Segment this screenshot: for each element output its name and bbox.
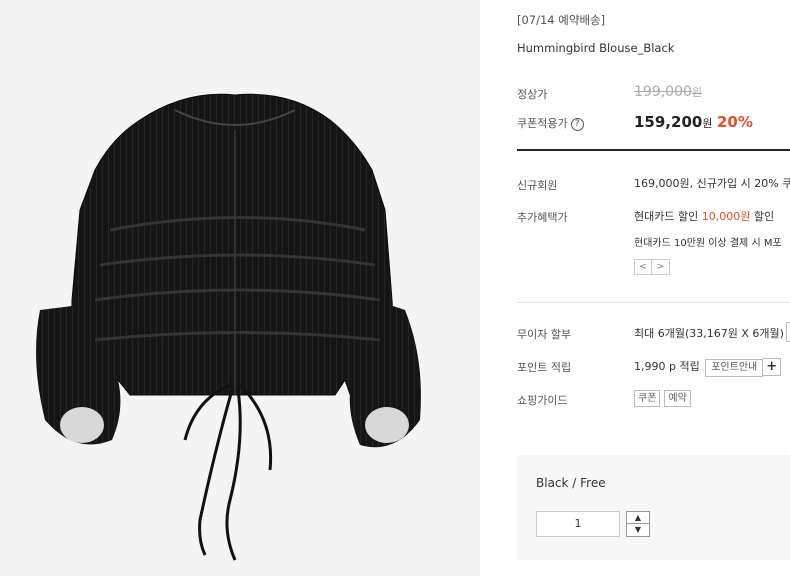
next-arrow-icon[interactable]: > — [652, 259, 670, 275]
extra-benefit-prefix: 현대카드 할인 — [634, 210, 702, 223]
preorder-tag: 예약 — [664, 390, 691, 407]
coupon-price-value: 159,200 — [634, 113, 703, 131]
quantity-down-icon[interactable]: ▼ — [627, 524, 649, 536]
normal-price-label: 정상가 — [517, 88, 548, 101]
product-name: Hummingbird Blouse_Black — [517, 41, 675, 55]
discount-rate: 20% — [717, 113, 753, 131]
selected-option-box: Black / Free 1 ▲ ▼ — [517, 455, 790, 560]
points-label: 포인트 적립 — [517, 361, 572, 374]
product-info-panel: [07/14 예약배송] Hummingbird Blouse_Black 정상… — [480, 0, 790, 576]
installment-label: 무이자 할부 — [517, 328, 572, 341]
points-value: 1,990 p — [634, 360, 676, 373]
installment-info-button[interactable] — [786, 322, 790, 342]
quantity-up-icon[interactable]: ▲ — [627, 512, 649, 524]
normal-price-value: 199,000 — [634, 84, 692, 100]
normal-price: 199,000원 — [634, 84, 702, 100]
installment-text: 최대 6개월(33,167원 X 6개월) — [634, 327, 784, 340]
product-image[interactable] — [0, 0, 480, 576]
preorder-notice: [07/14 예약배송] — [517, 13, 606, 27]
prev-arrow-icon[interactable]: < — [634, 259, 652, 275]
benefit-divider — [517, 302, 790, 303]
option-label: Black / Free — [536, 476, 606, 490]
blouse-illustration — [36, 93, 421, 561]
extra-benefit-suffix: 할인 — [750, 210, 775, 223]
help-icon[interactable]: ? — [570, 118, 584, 131]
shopping-guide-label: 쇼핑가이드 — [517, 394, 568, 407]
extra-benefit-subtext: 현대카드 10만원 이상 결제 시 M포 — [634, 238, 782, 249]
extra-benefit-amount: 10,000원 — [701, 210, 751, 223]
points-text: 적립 — [679, 360, 700, 373]
plus-icon[interactable]: + — [763, 358, 782, 376]
new-member-label: 신규회원 — [517, 179, 558, 192]
quantity-input[interactable]: 1 — [536, 511, 620, 537]
coupon-price-label: 쿠폰적용가 — [517, 117, 568, 130]
coupon-price-unit: 원 — [702, 117, 713, 130]
coupon-tag: 쿠폰 — [634, 390, 661, 407]
price-divider — [517, 149, 790, 151]
shopping-guide-tags: 쿠폰 예약 — [634, 390, 695, 407]
quantity-stepper: ▲ ▼ — [626, 511, 650, 537]
normal-price-unit: 원 — [691, 86, 703, 99]
coupon-price-label-row: 쿠폰적용가? — [517, 115, 584, 131]
points-info-button[interactable]: 포인트안내 — [705, 359, 764, 377]
points-row: 1,990 p 적립 포인트안내 + — [634, 358, 782, 377]
extra-benefit-label: 추가혜택가 — [517, 211, 568, 224]
new-member-text: 169,000원, 신규가입 시 20% 쿠 — [634, 177, 790, 190]
coupon-price: 159,200원 — [634, 113, 712, 131]
extra-benefit-text: 현대카드 할인 10,000원 할인 — [634, 208, 774, 224]
benefit-pager: < > — [634, 259, 670, 275]
